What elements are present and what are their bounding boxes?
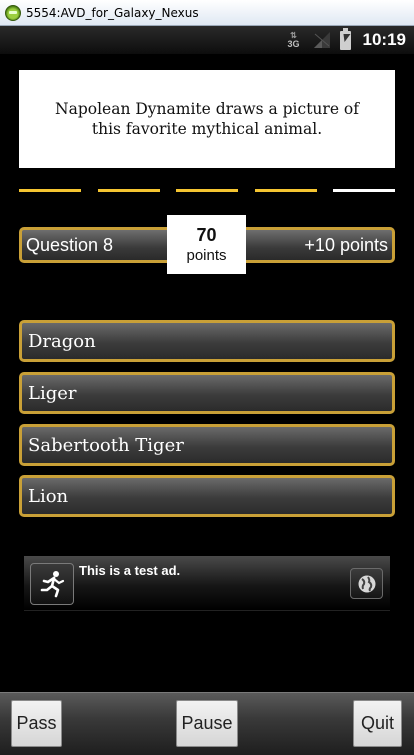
battery-charging-icon <box>339 27 351 50</box>
points-label: points <box>186 246 227 264</box>
progress-segment <box>254 189 317 192</box>
android-emulator-icon <box>5 4 21 21</box>
answer-button-2[interactable]: Liger <box>19 372 395 414</box>
window-title: 5554:AVD_for_Galaxy_Nexus <box>26 5 199 20</box>
progress-segment <box>19 189 81 192</box>
answer-label: Lion <box>28 485 69 507</box>
running-man-icon <box>30 563 74 605</box>
signal-strength-icon <box>313 32 330 48</box>
network-3g-icon: ⇅ 3G <box>287 31 300 49</box>
ad-banner[interactable]: This is a test ad. <box>24 556 390 611</box>
status-time: 10:19 <box>362 30 406 49</box>
pause-button[interactable]: Pause <box>176 700 238 747</box>
answer-label: Liger <box>28 382 77 404</box>
points-value: 70 <box>196 224 217 245</box>
answer-button-3[interactable]: Sabertooth Tiger <box>19 424 395 466</box>
answer-label: Sabertooth Tiger <box>28 434 184 456</box>
progress-segment <box>333 189 395 192</box>
answer-label: Dragon <box>28 330 96 352</box>
question-text: Napolean Dynamite draws a picture of thi… <box>55 100 359 138</box>
window-title-bar: 5554:AVD_for_Galaxy_Nexus <box>0 0 414 26</box>
progress-segment <box>176 189 238 192</box>
answer-button-1[interactable]: Dragon <box>19 320 395 362</box>
pass-button[interactable]: Pass <box>11 700 62 747</box>
bottom-action-bar: Pass Pause Quit <box>0 692 414 755</box>
question-progress <box>19 189 395 192</box>
ad-text: This is a test ad. <box>79 563 181 578</box>
progress-segment <box>97 189 160 192</box>
question-number: Question 8 <box>26 234 114 255</box>
points-badge: 70 points <box>167 215 246 274</box>
quit-button[interactable]: Quit <box>353 700 402 747</box>
status-bar: ⇅ 3G 10:19 <box>0 26 414 54</box>
question-card: Napolean Dynamite draws a picture of thi… <box>19 70 395 168</box>
answer-button-4[interactable]: Lion <box>19 475 395 517</box>
globe-icon[interactable] <box>350 568 383 599</box>
reward-points: +10 points <box>304 234 388 255</box>
